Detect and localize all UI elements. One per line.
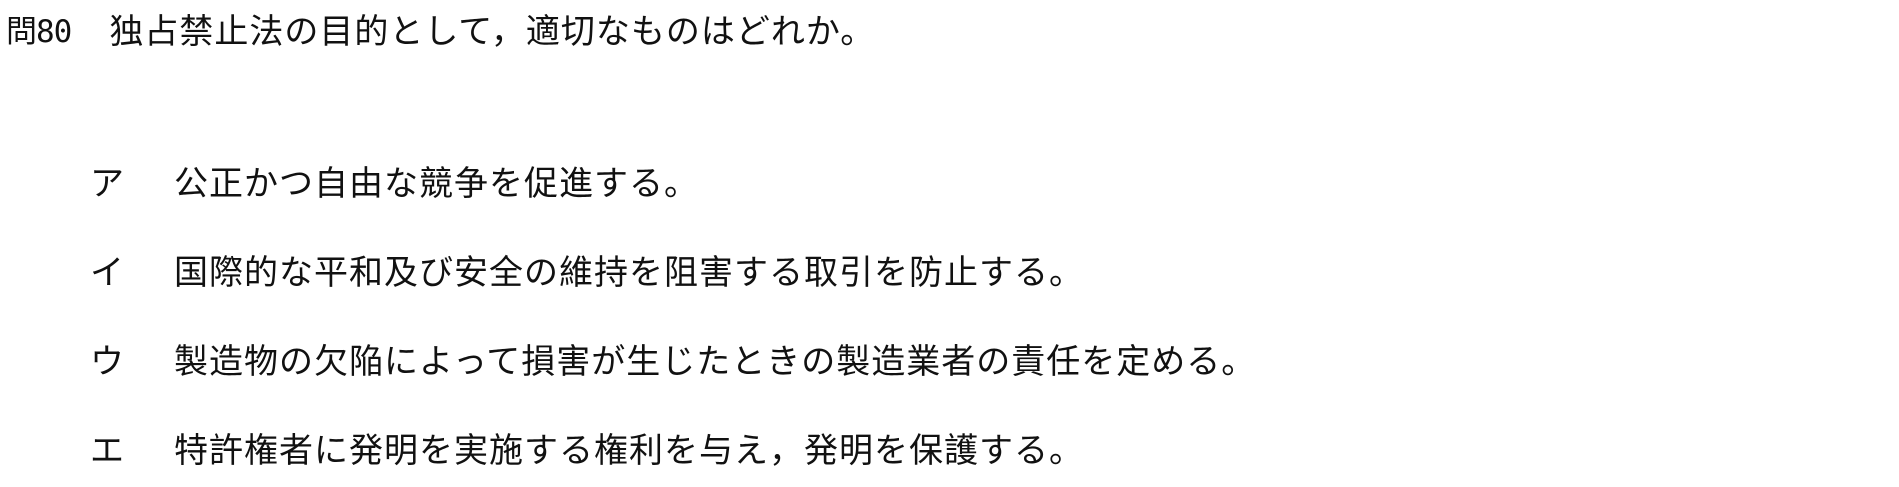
choice-i: イ 国際的な平和及び安全の維持を阻害する取引を防止する。 (90, 241, 1256, 298)
choice-label: ウ (90, 342, 124, 382)
choice-u: ウ 製造物の欠陥によって損害が生じたときの製造業者の責任を定める。 (90, 330, 1256, 387)
choice-label: ア (90, 164, 124, 204)
question-number: 問80 (6, 13, 72, 50)
question-text: 独占禁止法の目的として，適切なものはどれか。 (109, 11, 876, 52)
choice-text: 製造物の欠陥によって損害が生じたときの製造業者の責任を定める。 (174, 342, 1257, 382)
choice-e: エ 特許権者に発明を実施する権利を与え，発明を保護する。 (90, 419, 1256, 476)
choice-text: 特許権者に発明を実施する権利を与え，発明を保護する。 (174, 431, 1084, 471)
choice-label: イ (90, 253, 124, 293)
choice-text: 公正かつ自由な競争を促進する。 (174, 164, 699, 204)
choice-label: エ (90, 431, 124, 471)
choice-a: ア 公正かつ自由な競争を促進する。 (90, 152, 1256, 209)
question-header: 問80 独占禁止法の目的として，適切なものはどれか。 (6, 2, 875, 54)
choice-list: ア 公正かつ自由な競争を促進する。 イ 国際的な平和及び安全の維持を阻害する取引… (90, 152, 1256, 476)
choice-text: 国際的な平和及び安全の維持を阻害する取引を防止する。 (174, 253, 1084, 293)
